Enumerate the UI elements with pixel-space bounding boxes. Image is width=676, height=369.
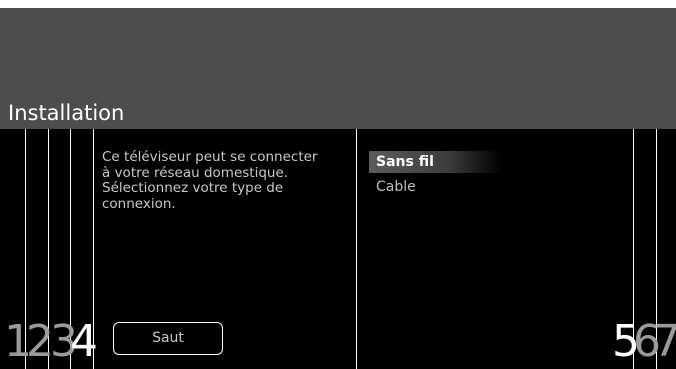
step-number-7: 7 <box>653 316 676 367</box>
installation-screen: Installation 1 2 3 4 5 6 7 Ce téléviseur… <box>0 0 676 369</box>
description-line: connexion. <box>102 195 176 212</box>
step-number-4: 4 <box>70 316 98 367</box>
step-number-2: 2 <box>26 316 54 367</box>
description-text: Ce téléviseur peut se connecter à votre … <box>102 149 347 212</box>
menu-item-cable[interactable]: Cable <box>369 176 501 198</box>
page-title: Installation <box>8 101 125 125</box>
description-line: à votre réseau domestique. <box>102 164 289 181</box>
description-line: Ce téléviseur peut se connecter <box>102 149 318 165</box>
column-divider <box>356 129 357 369</box>
description-line: Sélectionnez votre type de <box>102 180 284 196</box>
menu-item-wireless[interactable]: Sans fil <box>369 151 501 173</box>
skip-button[interactable]: Saut <box>113 322 223 355</box>
